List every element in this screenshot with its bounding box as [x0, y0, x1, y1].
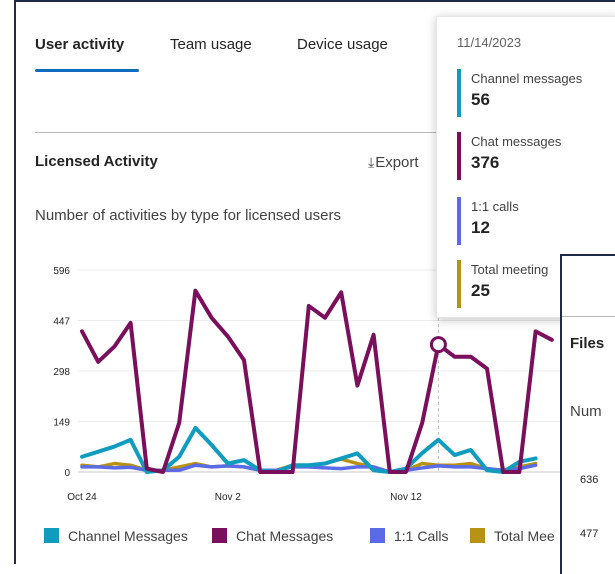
tooltip-value: 25: [471, 281, 490, 300]
tooltip-date: 11/14/2023: [457, 35, 522, 50]
files-y-tick: 636: [580, 474, 599, 486]
legend-item-chat-messages[interactable]: Chat Messages: [212, 528, 333, 544]
files-y-tick: 477: [580, 528, 599, 540]
files-panel-subtitle: Num: [570, 403, 602, 420]
tooltip-value: 56: [471, 90, 490, 109]
y-tick-label: 0: [64, 468, 70, 479]
legend-swatch: [370, 528, 385, 543]
y-tick-label: 447: [53, 317, 70, 328]
x-tick-label: Oct 24: [67, 492, 97, 503]
y-tick-label: 149: [53, 418, 70, 429]
legend-swatch: [212, 528, 227, 543]
legend-item-calls[interactable]: 1:1 Calls: [370, 528, 448, 544]
files-panel: Files Num 636 477: [560, 254, 615, 574]
x-tick-label: Nov 2: [215, 492, 242, 503]
tooltip-color-bar: [457, 69, 461, 117]
tooltip-color-bar: [457, 197, 461, 245]
x-tick-label: Nov 12: [390, 492, 422, 503]
y-tick-label: 596: [53, 266, 70, 277]
legend-item-total-meetings[interactable]: Total Mee: [470, 528, 555, 544]
tooltip-label: 1:1 calls: [471, 199, 519, 214]
tooltip-item-channel: Channel messages 56: [457, 69, 615, 119]
tooltip-value: 12: [471, 218, 490, 237]
tooltip-value: 376: [471, 153, 500, 172]
tooltip-color-bar: [457, 132, 461, 180]
tooltip-item-calls: 1:1 calls 12: [457, 197, 615, 247]
hover-point-marker: [429, 336, 447, 354]
tooltip-color-bar: [457, 260, 461, 308]
divider: [562, 316, 615, 317]
tooltip-label: Chat messages: [471, 134, 562, 149]
files-panel-title: Files: [570, 335, 605, 352]
legend-item-channel-messages[interactable]: Channel Messages: [44, 528, 188, 544]
y-tick-label: 298: [53, 367, 70, 378]
tooltip-item-chat: Chat messages 376: [457, 132, 615, 182]
tooltip-label: Total meeting: [471, 262, 549, 277]
legend-swatch: [44, 528, 59, 543]
legend-swatch: [470, 528, 485, 543]
tooltip-label: Channel messages: [471, 71, 583, 86]
